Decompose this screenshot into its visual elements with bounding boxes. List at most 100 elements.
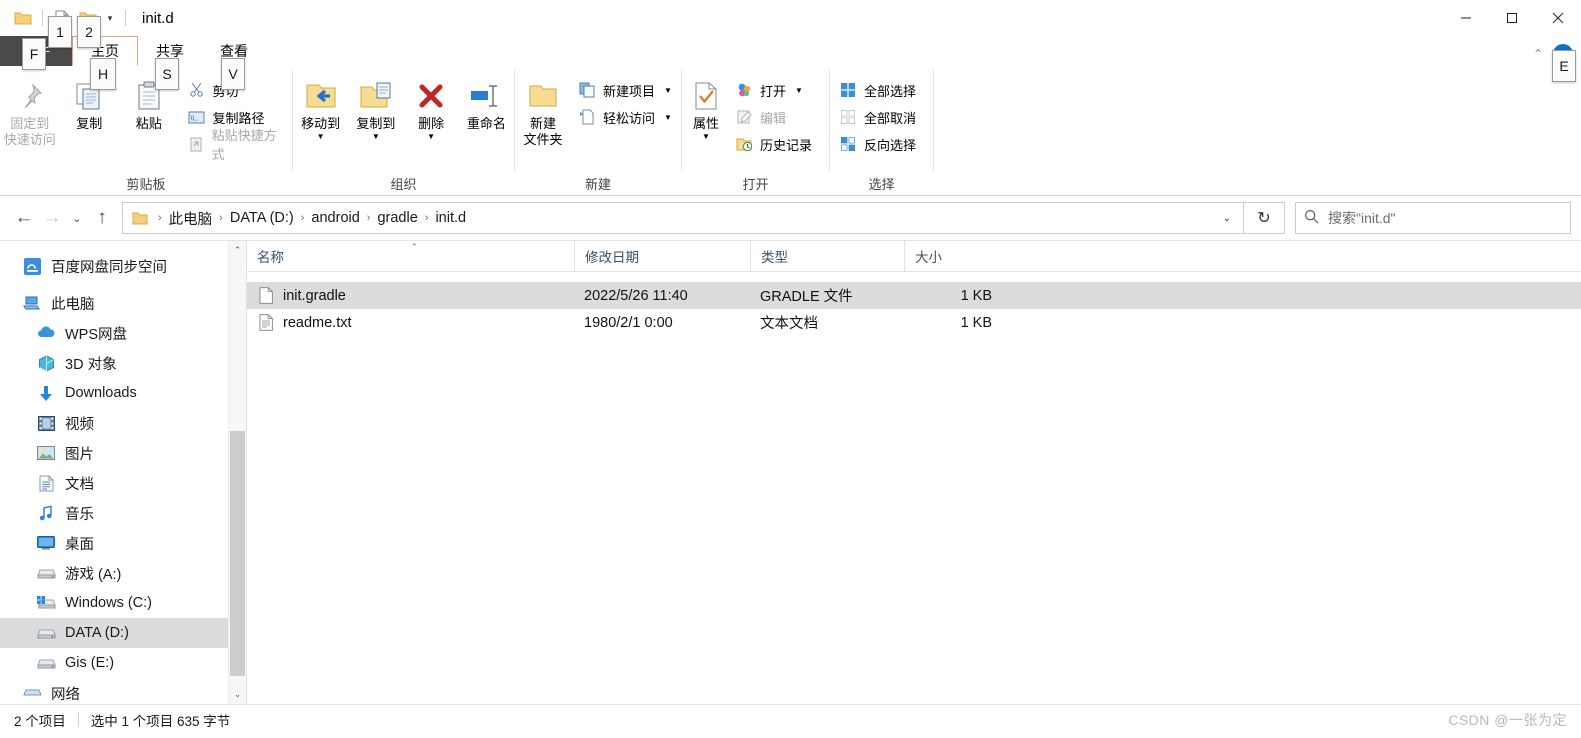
recent-locations-button[interactable]: ⌄ bbox=[66, 203, 88, 233]
chevron-down-icon[interactable]: ▼ bbox=[664, 113, 672, 122]
sidebar-item-drive-e[interactable]: Gis (E:) bbox=[0, 648, 246, 678]
collapse-ribbon-icon[interactable]: ⌃ bbox=[1533, 47, 1543, 61]
move-to-button[interactable]: 移动到 ▼ bbox=[293, 72, 348, 141]
chevron-down-icon[interactable]: ▼ bbox=[427, 133, 435, 141]
open-small-commands: 打开 ▼ 编辑 历史记录 bbox=[732, 72, 818, 156]
select-all-button[interactable]: 全部选择 bbox=[836, 78, 922, 102]
column-headers: ⌃ 名称 修改日期 类型 大小 bbox=[247, 241, 1581, 272]
sidebar-item-label: 此电脑 bbox=[51, 296, 95, 313]
search-icon bbox=[1304, 209, 1319, 227]
forward-button[interactable]: → bbox=[38, 203, 66, 233]
scroll-up-icon[interactable]: ⌃ bbox=[229, 241, 246, 260]
sidebar-item-pictures[interactable]: 图片 bbox=[0, 438, 246, 468]
chevron-down-icon[interactable]: ▼ bbox=[702, 133, 710, 141]
history-button[interactable]: 历史记录 bbox=[732, 132, 818, 156]
invert-selection-button[interactable]: 反向选择 bbox=[836, 132, 922, 156]
sidebar-item-this-pc[interactable]: 此电脑 bbox=[0, 288, 246, 318]
breadcrumb-item-android[interactable]: android bbox=[309, 210, 361, 226]
table-row[interactable]: init.gradle 2022/5/26 11:40 GRADLE 文件 1 … bbox=[247, 282, 1581, 309]
sidebar-item-label: Gis (E:) bbox=[65, 655, 115, 671]
select-small-commands: 全部选择 全部取消 反向选择 bbox=[836, 72, 922, 156]
customize-quick-access-caret[interactable]: ▾ bbox=[101, 5, 119, 31]
sidebar-item-videos[interactable]: 视频 bbox=[0, 408, 246, 438]
select-none-button[interactable]: 全部取消 bbox=[836, 105, 922, 129]
copy-to-button[interactable]: 复制到 ▼ bbox=[348, 72, 403, 141]
divider bbox=[77, 712, 79, 727]
keytip-share: S bbox=[155, 58, 179, 90]
network-icon bbox=[22, 683, 42, 703]
breadcrumb-separator[interactable]: › bbox=[296, 212, 310, 224]
title-bar: ▾ init.d bbox=[0, 0, 1581, 36]
sidebar-item-network[interactable]: 网络 bbox=[0, 678, 246, 704]
paste-shortcut-button[interactable]: 粘贴快捷方式 bbox=[185, 128, 293, 162]
address-dropdown-caret[interactable]: ⌄ bbox=[1215, 204, 1239, 232]
properties-button[interactable]: 属性 ▼ bbox=[682, 72, 730, 141]
search-input[interactable]: 搜索"init.d" bbox=[1328, 208, 1396, 228]
new-folder-button[interactable]: 新建 文件夹 bbox=[515, 72, 571, 148]
pin-to-quick-access-button[interactable]: 固定到 快速访问 bbox=[0, 72, 60, 148]
easy-access-button[interactable]: 轻松访问 ▼ bbox=[575, 105, 678, 129]
breadcrumb-separator[interactable]: › bbox=[420, 212, 434, 224]
window-controls bbox=[1443, 0, 1581, 36]
sidebar-item-label: 百度网盘同步空间 bbox=[51, 259, 167, 276]
chevron-down-icon[interactable]: ▼ bbox=[664, 86, 672, 95]
invert-selection-label: 反向选择 bbox=[864, 137, 917, 153]
file-type-cell: 文本文档 bbox=[760, 316, 818, 332]
address-bar[interactable]: › 此电脑 › DATA (D:) › android › gradle › i… bbox=[122, 202, 1244, 234]
sidebar-item-label: 文档 bbox=[65, 476, 94, 493]
maximize-button[interactable] bbox=[1489, 0, 1535, 36]
scrollbar-thumb[interactable] bbox=[230, 431, 245, 676]
back-button[interactable]: ← bbox=[10, 203, 38, 233]
column-header-label: 类型 bbox=[761, 250, 788, 265]
new-folder-icon bbox=[527, 76, 559, 116]
sidebar-item-downloads[interactable]: Downloads bbox=[0, 378, 246, 408]
breadcrumb-separator[interactable]: › bbox=[153, 212, 167, 224]
breadcrumb-item-this-pc[interactable]: 此电脑 bbox=[167, 208, 215, 229]
up-button[interactable]: ↑ bbox=[88, 203, 116, 233]
chevron-down-icon[interactable]: ▼ bbox=[795, 86, 803, 95]
chevron-down-icon[interactable]: ▼ bbox=[372, 133, 380, 141]
invert-selection-icon bbox=[838, 134, 858, 154]
breadcrumb-separator[interactable]: › bbox=[214, 212, 228, 224]
edit-button[interactable]: 编辑 bbox=[732, 105, 818, 129]
open-with-button[interactable]: 打开 ▼ bbox=[732, 78, 818, 102]
select-none-label: 全部取消 bbox=[864, 110, 917, 126]
column-header-name[interactable]: ⌃ 名称 bbox=[247, 241, 574, 271]
table-row[interactable]: readme.txt 1980/2/1 0:00 文本文档 1 KB bbox=[247, 309, 1581, 336]
sidebar-item-documents[interactable]: 文档 bbox=[0, 468, 246, 498]
sidebar-item-drive-c[interactable]: Windows (C:) bbox=[0, 588, 246, 618]
new-small-commands: 新建项目 ▼ 轻松访问 ▼ bbox=[575, 72, 678, 129]
sidebar-item-3d-objects[interactable]: 3D 对象 bbox=[0, 348, 246, 378]
sidebar-item-drive-d[interactable]: DATA (D:) bbox=[0, 618, 246, 648]
breadcrumb-separator[interactable]: › bbox=[362, 212, 376, 224]
search-box[interactable]: 搜索"init.d" bbox=[1295, 202, 1571, 234]
sidebar-item-desktop[interactable]: 桌面 bbox=[0, 528, 246, 558]
pin-icon bbox=[15, 76, 45, 116]
sidebar-item-drive-a[interactable]: 游戏 (A:) bbox=[0, 558, 246, 588]
select-all-icon bbox=[838, 80, 858, 100]
column-header-date-modified[interactable]: 修改日期 bbox=[574, 241, 750, 271]
close-button[interactable] bbox=[1535, 0, 1581, 36]
scroll-down-icon[interactable]: ⌄ bbox=[229, 685, 246, 704]
delete-button[interactable]: 删除 ▼ bbox=[404, 72, 459, 141]
sidebar-item-music[interactable]: 音乐 bbox=[0, 498, 246, 528]
column-header-type[interactable]: 类型 bbox=[750, 241, 904, 271]
sidebar-item-baidu-netdisk[interactable]: 百度网盘同步空间 bbox=[0, 251, 246, 281]
new-item-button[interactable]: 新建项目 ▼ bbox=[575, 78, 678, 102]
status-selection-info: 选中 1 个项目 635 字节 bbox=[90, 713, 231, 729]
breadcrumb-item-init-d[interactable]: init.d bbox=[433, 210, 468, 226]
pin-to-quick-access-label: 固定到 快速访问 bbox=[3, 116, 56, 147]
breadcrumb-item-data-d[interactable]: DATA (D:) bbox=[228, 210, 296, 226]
chevron-down-icon[interactable]: ▼ bbox=[317, 133, 325, 141]
sidebar-item-wps-cloud[interactable]: WPS网盘 bbox=[0, 318, 246, 348]
navigation-scrollbar[interactable]: ⌃ ⌄ bbox=[228, 241, 246, 704]
keytip-help: E bbox=[1552, 50, 1576, 82]
delete-label: 删除 bbox=[418, 116, 445, 131]
refresh-button[interactable]: ↻ bbox=[1244, 202, 1285, 234]
rename-button[interactable]: 重命名 bbox=[459, 72, 514, 132]
sidebar-item-label: 3D 对象 bbox=[65, 356, 117, 373]
keytip-home: H bbox=[90, 58, 116, 90]
minimize-button[interactable] bbox=[1443, 0, 1489, 36]
column-header-size[interactable]: 大小 bbox=[904, 241, 1002, 271]
breadcrumb-item-gradle[interactable]: gradle bbox=[375, 210, 419, 226]
